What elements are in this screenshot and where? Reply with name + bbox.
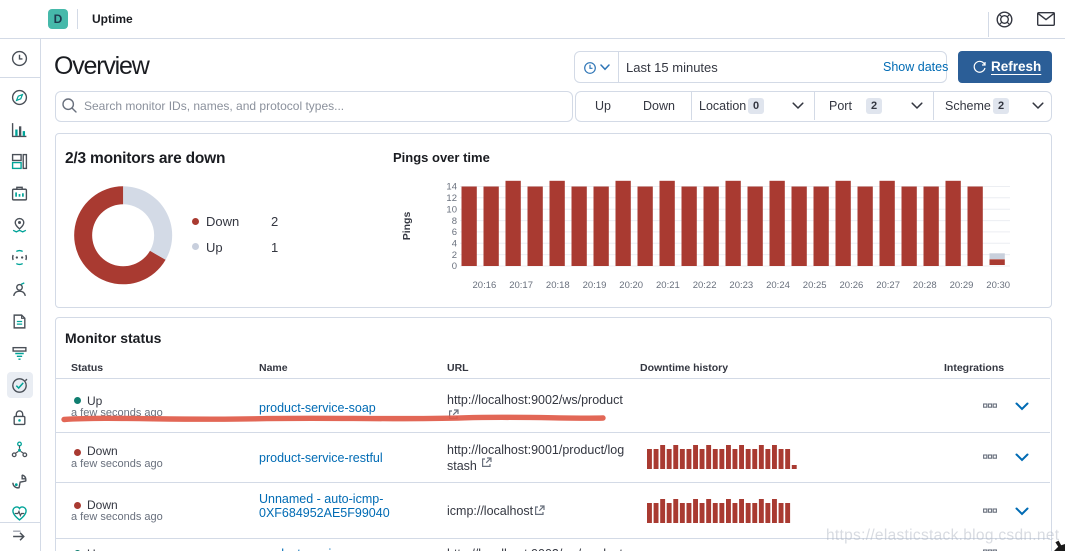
svg-text:4: 4 <box>452 239 457 250</box>
svg-text:20:28: 20:28 <box>913 280 937 291</box>
svg-text:20:21: 20:21 <box>656 280 680 291</box>
svg-text:20:19: 20:19 <box>583 280 607 291</box>
svg-text:20:30: 20:30 <box>986 280 1010 291</box>
svg-text:20:26: 20:26 <box>840 280 864 291</box>
svg-text:2: 2 <box>452 250 457 261</box>
svg-text:20:16: 20:16 <box>473 280 497 291</box>
svg-text:8: 8 <box>452 216 457 227</box>
svg-text:20:29: 20:29 <box>950 280 974 291</box>
svg-text:Pings: Pings <box>401 212 413 241</box>
svg-text:20:27: 20:27 <box>876 280 900 291</box>
svg-text:0: 0 <box>452 261 457 272</box>
svg-text:20:20: 20:20 <box>619 280 643 291</box>
svg-text:6: 6 <box>452 227 457 238</box>
svg-text:20:25: 20:25 <box>803 280 827 291</box>
svg-text:20:23: 20:23 <box>729 280 753 291</box>
svg-text:10: 10 <box>446 204 457 215</box>
svg-text:14: 14 <box>446 182 457 193</box>
svg-text:12: 12 <box>446 193 457 204</box>
svg-text:20:17: 20:17 <box>509 280 533 291</box>
svg-text:20:18: 20:18 <box>546 280 570 291</box>
svg-text:20:24: 20:24 <box>766 280 790 291</box>
svg-text:20:22: 20:22 <box>693 280 717 291</box>
